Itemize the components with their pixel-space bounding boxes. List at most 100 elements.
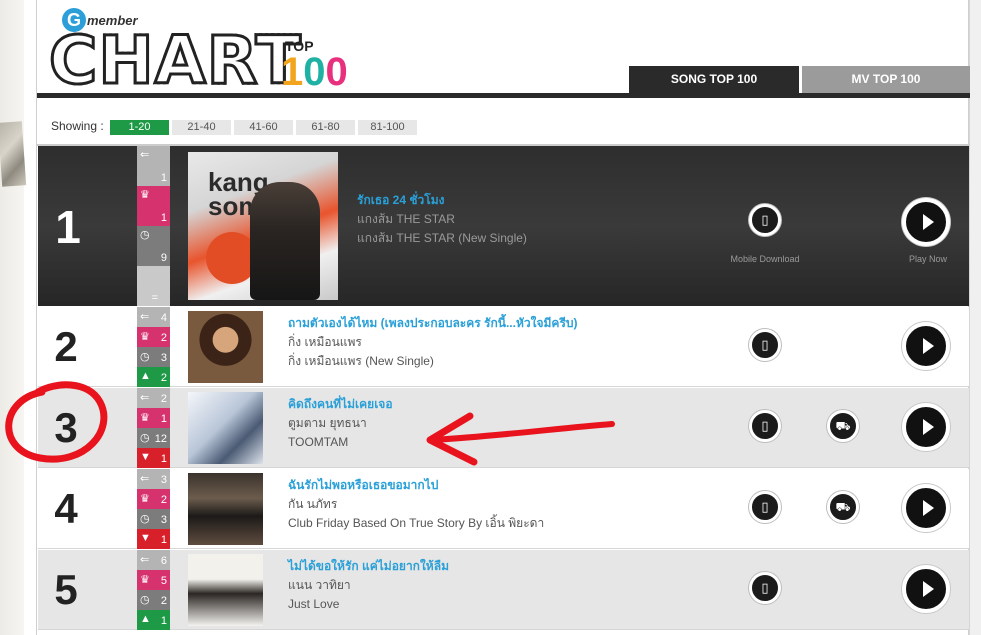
crown-icon: ♛ [140,331,150,343]
album-name[interactable]: TOOMTAM [288,433,393,452]
crown-icon: ♛ [140,574,150,586]
peak-stat: ♛ 1 [137,186,170,226]
rank-number: 1 [55,201,81,253]
rank-number: 3 [54,404,78,451]
arrow-left-icon: ⇐ [140,311,150,323]
song-title-link[interactable]: คิดถึงคนที่ไม่เคยเจอ [288,395,393,414]
play-button[interactable] [902,198,950,246]
mobile-download-caption: Mobile Download [730,254,800,264]
logo-digit: 1 [281,50,304,94]
movement-stat: ▲ 1 [137,610,170,630]
peak-stat: ♛ 5 [137,570,170,590]
logo-digit: 0 [325,50,348,94]
mobile-download-button[interactable]: ▯ [749,329,781,361]
play-icon [923,338,934,354]
song-title-link[interactable]: ถามตัวเองได้ไหม (เพลงประกอบละคร รักนี้..… [288,314,578,333]
peak-stat: ♛ 2 [137,327,170,347]
tab-mv-top-100[interactable]: MV TOP 100 [802,66,970,93]
play-button[interactable] [902,565,950,613]
buy-button[interactable]: ⛟ [827,491,859,523]
mobile-download-button[interactable]: ▯ [749,572,781,604]
movement-stat: ▼ 1 [137,448,170,468]
song-info: ถามตัวเองได้ไหม (เพลงประกอบละคร รักนี้..… [288,314,578,371]
album-cover[interactable]: kang som [188,152,338,300]
last-week-value: 4 [160,312,167,324]
weeks-value: 12 [154,433,167,445]
last-week-value: 1 [160,172,167,184]
song-info: คิดถึงคนที่ไม่เคยเจอ ตูมตาม ยุทธนา TOOMT… [288,395,393,452]
crown-icon: ♛ [140,189,150,201]
page-range-61-80[interactable]: 61-80 [296,120,355,135]
cover-figure [250,182,320,300]
last-week-value: 2 [160,393,167,405]
mobile-phone-icon: ▯ [761,499,769,514]
weeks-stat: ◷ 2 [137,590,170,610]
movement-stat: ▲ 2 [137,367,170,387]
buy-button[interactable]: ⛟ [827,410,859,442]
gmember-chart-logo[interactable]: G member CHART TOP 100 [48,4,349,99]
artist-name[interactable]: กัน นภัทร [288,495,544,514]
album-name[interactable]: Just Love [288,595,449,614]
logo-chart-text: CHART [48,22,303,99]
play-button[interactable] [902,484,950,532]
album-cover[interactable] [188,473,263,545]
rank-number: 5 [54,566,78,613]
arrow-left-icon: ⇐ [140,473,150,485]
rank-number: 2 [54,323,78,370]
crown-icon: ♛ [140,412,150,424]
artist-name[interactable]: แนน วาทิยา [288,576,449,595]
stats-column: ⇐ 1 ♛ 1 ◷ 9 = [137,146,170,306]
arrow-up-icon: ▲ [140,370,151,382]
mobile-download-button[interactable]: ▯ [749,491,781,523]
logo-100-text: 100 [281,50,348,94]
page-range-1-20[interactable]: 1-20 [110,120,169,135]
mobile-phone-icon: ▯ [761,418,769,433]
weeks-value: 9 [160,252,167,264]
mobile-download-button[interactable]: ▯ [749,204,781,236]
arrow-up-icon: ▲ [140,613,151,625]
mobile-phone-icon: ▯ [761,337,769,352]
album-name[interactable]: Club Friday Based On True Story By เอิ้น… [288,514,544,533]
album-cover[interactable] [188,554,263,626]
song-title-link[interactable]: ไม่ได้ขอให้รัก แค่ไม่อยากให้ลืม [288,557,449,576]
album-cover[interactable] [188,392,263,464]
album-name[interactable]: แกงส้ม THE STAR (New Single) [357,229,527,248]
chart-row: 2 ⇐ 4 ♛ 2 ◷ 3 ▲ 2 ถามตัวเองได้ไหม (เพลงประกอ… [38,307,969,387]
arrow-left-icon: ⇐ [140,392,150,404]
song-title-link[interactable]: รักเธอ 24 ชั่วโมง [357,191,527,210]
page-range-21-40[interactable]: 21-40 [172,120,231,135]
cart-icon: ⛟ [835,419,851,433]
tab-song-top-100[interactable]: SONG TOP 100 [629,66,799,93]
page-range-81-100[interactable]: 81-100 [358,120,417,135]
artist-name[interactable]: แกงส้ม THE STAR [357,210,527,229]
mobile-download-button[interactable]: ▯ [749,410,781,442]
play-icon [923,581,934,597]
album-name[interactable]: กิ่ง เหมือนแพร (New Single) [288,352,578,371]
song-title-link[interactable]: ฉันรักไม่พอหรือเธอขอมากไป [288,476,544,495]
weeks-value: 3 [160,514,167,526]
arrow-down-icon: ▼ [140,532,151,544]
clock-icon: ◷ [140,229,150,241]
logo-digit: 0 [303,50,326,94]
artist-name[interactable]: ตูมตาม ยุทธนา [288,414,393,433]
page-range-41-60[interactable]: 41-60 [234,120,293,135]
arrow-left-icon: ⇐ [140,149,150,161]
peak-value: 1 [160,413,167,425]
play-now-caption: Play Now [908,254,947,264]
weeks-stat: ◷ 9 [137,226,170,266]
mobile-phone-icon: ▯ [761,580,769,595]
movement-value: 1 [160,615,167,627]
movement-value: = [151,292,158,304]
song-info: รักเธอ 24 ชั่วโมง แกงส้ม THE STAR แกงส้ม… [357,191,527,248]
album-cover[interactable] [188,311,263,383]
play-icon [923,419,934,435]
artist-name[interactable]: กิ่ง เหมือนแพร [288,333,578,352]
peak-value: 2 [160,332,167,344]
chart-row: 1 ⇐ 1 ♛ 1 ◷ 9 = kang som รักเธอ 24 ชั่วโมง แ… [38,146,969,306]
weeks-stat: ◷ 12 [137,428,170,448]
weeks-value: 2 [160,595,167,607]
play-button[interactable] [902,403,950,451]
left-page-edge [0,0,24,635]
play-button[interactable] [902,322,950,370]
weeks-stat: ◷ 3 [137,347,170,367]
